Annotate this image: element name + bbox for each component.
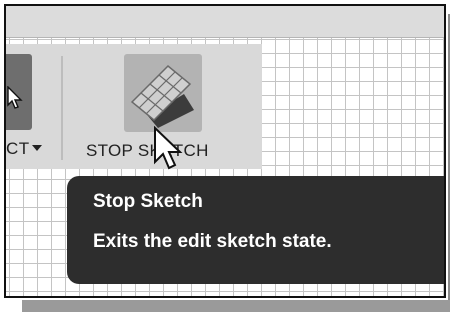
- caret-down-icon[interactable]: [32, 145, 42, 151]
- toolbar-separator: [61, 56, 63, 160]
- tooltip-description: Exits the edit sketch state.: [93, 231, 332, 252]
- sketch-toolbar: CT STOP SKETCH: [6, 44, 262, 169]
- stop-sketch-icon: [124, 54, 202, 132]
- pointer-arrow-icon: [7, 86, 23, 109]
- select-tool-label[interactable]: CT: [6, 139, 30, 159]
- frame-shadow-bottom: [22, 300, 450, 312]
- sketch-canvas-window: CT STOP SKETCH Stop Sketch Exits the edi…: [4, 4, 446, 298]
- window-title-bar: [6, 6, 444, 38]
- tooltip: Stop Sketch Exits the edit sketch state.: [67, 176, 444, 284]
- tooltip-title: Stop Sketch: [93, 191, 203, 212]
- stop-sketch-label: STOP SKETCH: [86, 141, 209, 160]
- mouse-cursor-icon: [154, 126, 183, 170]
